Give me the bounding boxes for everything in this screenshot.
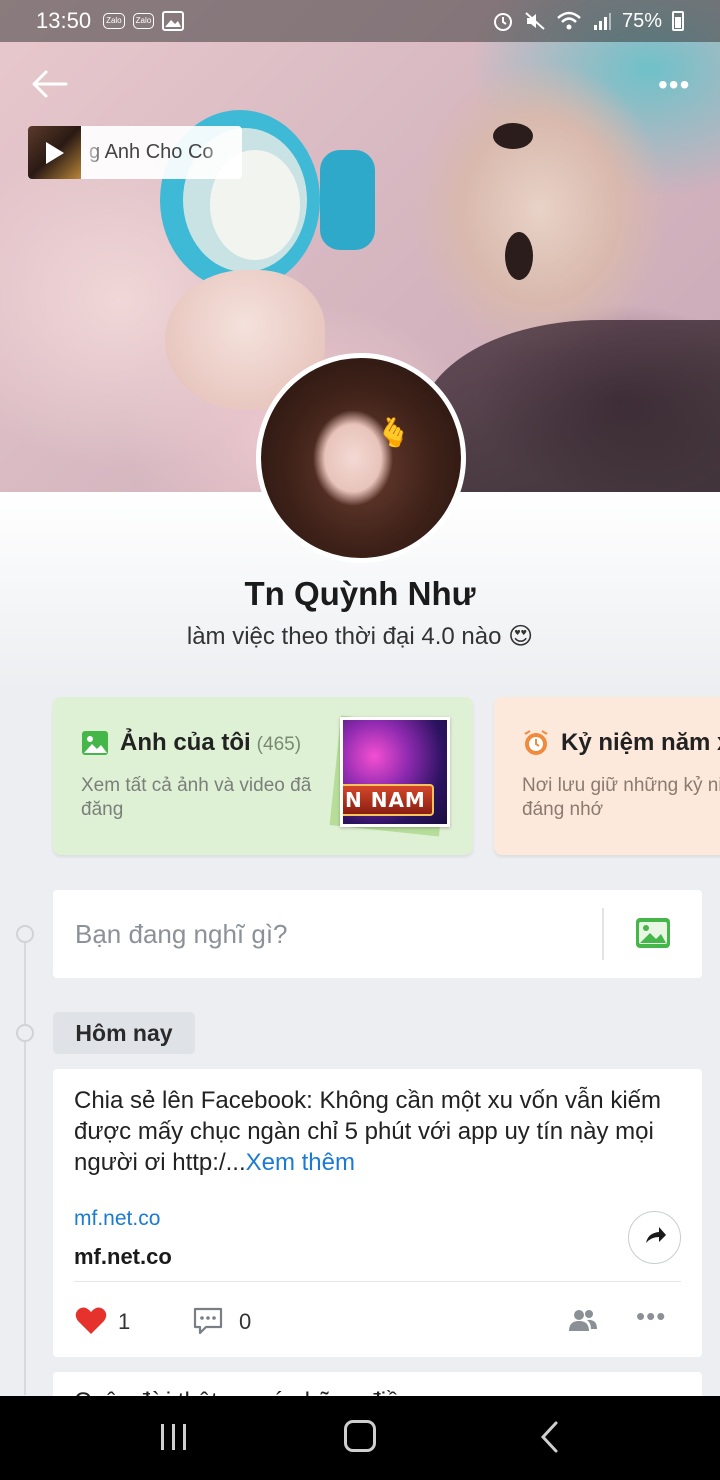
comment-count: 0 bbox=[239, 1309, 252, 1334]
image-icon bbox=[82, 731, 108, 755]
signal-icon bbox=[593, 13, 611, 30]
battery-icon bbox=[672, 11, 684, 31]
profile-music[interactable]: g Anh Cho Co bbox=[28, 126, 242, 179]
status-bar: 13:50 Zalo Zalo 75% bbox=[0, 0, 720, 42]
wifi-icon bbox=[557, 11, 581, 30]
memories-title: Kỷ niệm năm x bbox=[561, 729, 720, 756]
profile-status: làm việc theo thời đại 4.0 nào 😍 bbox=[186, 623, 534, 650]
my-photos-title: Ảnh của tôi (465) bbox=[120, 729, 301, 757]
cover-eye-right bbox=[505, 232, 533, 280]
more-icon[interactable]: ••• bbox=[658, 70, 698, 100]
system-nav-bar bbox=[0, 1396, 720, 1480]
alarm-icon bbox=[493, 13, 512, 31]
my-photos-card[interactable]: Ảnh của tôi (465) Xem tất cả ảnh và video… bbox=[53, 697, 473, 855]
zalo-badge-2: Zalo bbox=[132, 13, 155, 29]
music-title: g Anh Cho Co bbox=[89, 141, 214, 163]
friends-icon[interactable] bbox=[568, 1307, 598, 1333]
finger-heart-sticker: 🫰 bbox=[376, 417, 411, 448]
memories-card[interactable]: Kỷ niệm năm x Nơi lưu giữ những kỷ niệm … bbox=[494, 697, 720, 855]
composer-placeholder: Bạn đang nghĩ gì? bbox=[75, 919, 288, 949]
memories-desc: Nơi lưu giữ những kỷ niệm đáng nhớ bbox=[522, 775, 720, 820]
post-composer[interactable]: Bạn đang nghĩ gì? bbox=[53, 890, 702, 978]
timeline-dot-composer bbox=[16, 925, 34, 943]
profile-name: Tn Quỳnh Như bbox=[244, 575, 476, 612]
my-photos-label: Ảnh của tôi bbox=[120, 729, 251, 756]
photo-thumbnail-text: N NAM bbox=[343, 784, 434, 816]
music-thumbnail bbox=[28, 126, 81, 179]
comment-icon[interactable] bbox=[192, 1305, 224, 1337]
system-back-icon[interactable] bbox=[538, 1420, 560, 1454]
post-more-icon[interactable]: ••• bbox=[636, 1301, 666, 1332]
mute-icon bbox=[525, 12, 545, 30]
composer-divider bbox=[602, 908, 604, 960]
photo-thumbnail-image: N NAM bbox=[343, 720, 447, 824]
post-body: Chia sẻ lên Facebook: Không cần một xu v… bbox=[74, 1087, 661, 1176]
date-label: Hôm nay bbox=[53, 1012, 195, 1054]
cover-eye-left bbox=[493, 123, 533, 149]
timeline-line bbox=[24, 935, 26, 1395]
gallery-notif-icon bbox=[162, 11, 185, 31]
avatar[interactable]: 🫰 bbox=[256, 353, 466, 563]
my-photos-desc: Xem tất cả ảnh và video đã đăng bbox=[81, 775, 312, 820]
clock-icon bbox=[524, 730, 548, 755]
photo-thumbnail: N NAM bbox=[340, 717, 450, 827]
feed-post: Chia sẻ lên Facebook: Không cần một xu v… bbox=[53, 1069, 702, 1357]
post-divider bbox=[74, 1281, 681, 1282]
share-icon bbox=[646, 1227, 666, 1243]
cover-bottle bbox=[160, 110, 375, 290]
home-icon[interactable] bbox=[344, 1420, 376, 1452]
post-text: Chia sẻ lên Facebook: Không cần một xu v… bbox=[74, 1085, 674, 1178]
zalo-badge-1: Zalo bbox=[103, 13, 125, 29]
link-url[interactable]: mf.net.co bbox=[74, 1207, 160, 1231]
timeline-dot-date bbox=[16, 1024, 34, 1042]
status-time: 13:50 bbox=[36, 8, 92, 33]
share-button[interactable] bbox=[628, 1211, 681, 1264]
link-title[interactable]: mf.net.co bbox=[74, 1244, 172, 1270]
recent-apps-icon[interactable] bbox=[159, 1424, 189, 1450]
see-more-link[interactable]: Xem thêm bbox=[246, 1149, 355, 1176]
like-count: 1 bbox=[118, 1309, 131, 1334]
add-photo-icon[interactable] bbox=[635, 916, 671, 950]
my-photos-count: (465) bbox=[256, 734, 302, 755]
battery-percent: 75% bbox=[621, 9, 662, 32]
back-arrow-icon[interactable] bbox=[30, 66, 70, 102]
play-icon[interactable] bbox=[46, 142, 64, 164]
heart-icon[interactable] bbox=[75, 1306, 107, 1336]
